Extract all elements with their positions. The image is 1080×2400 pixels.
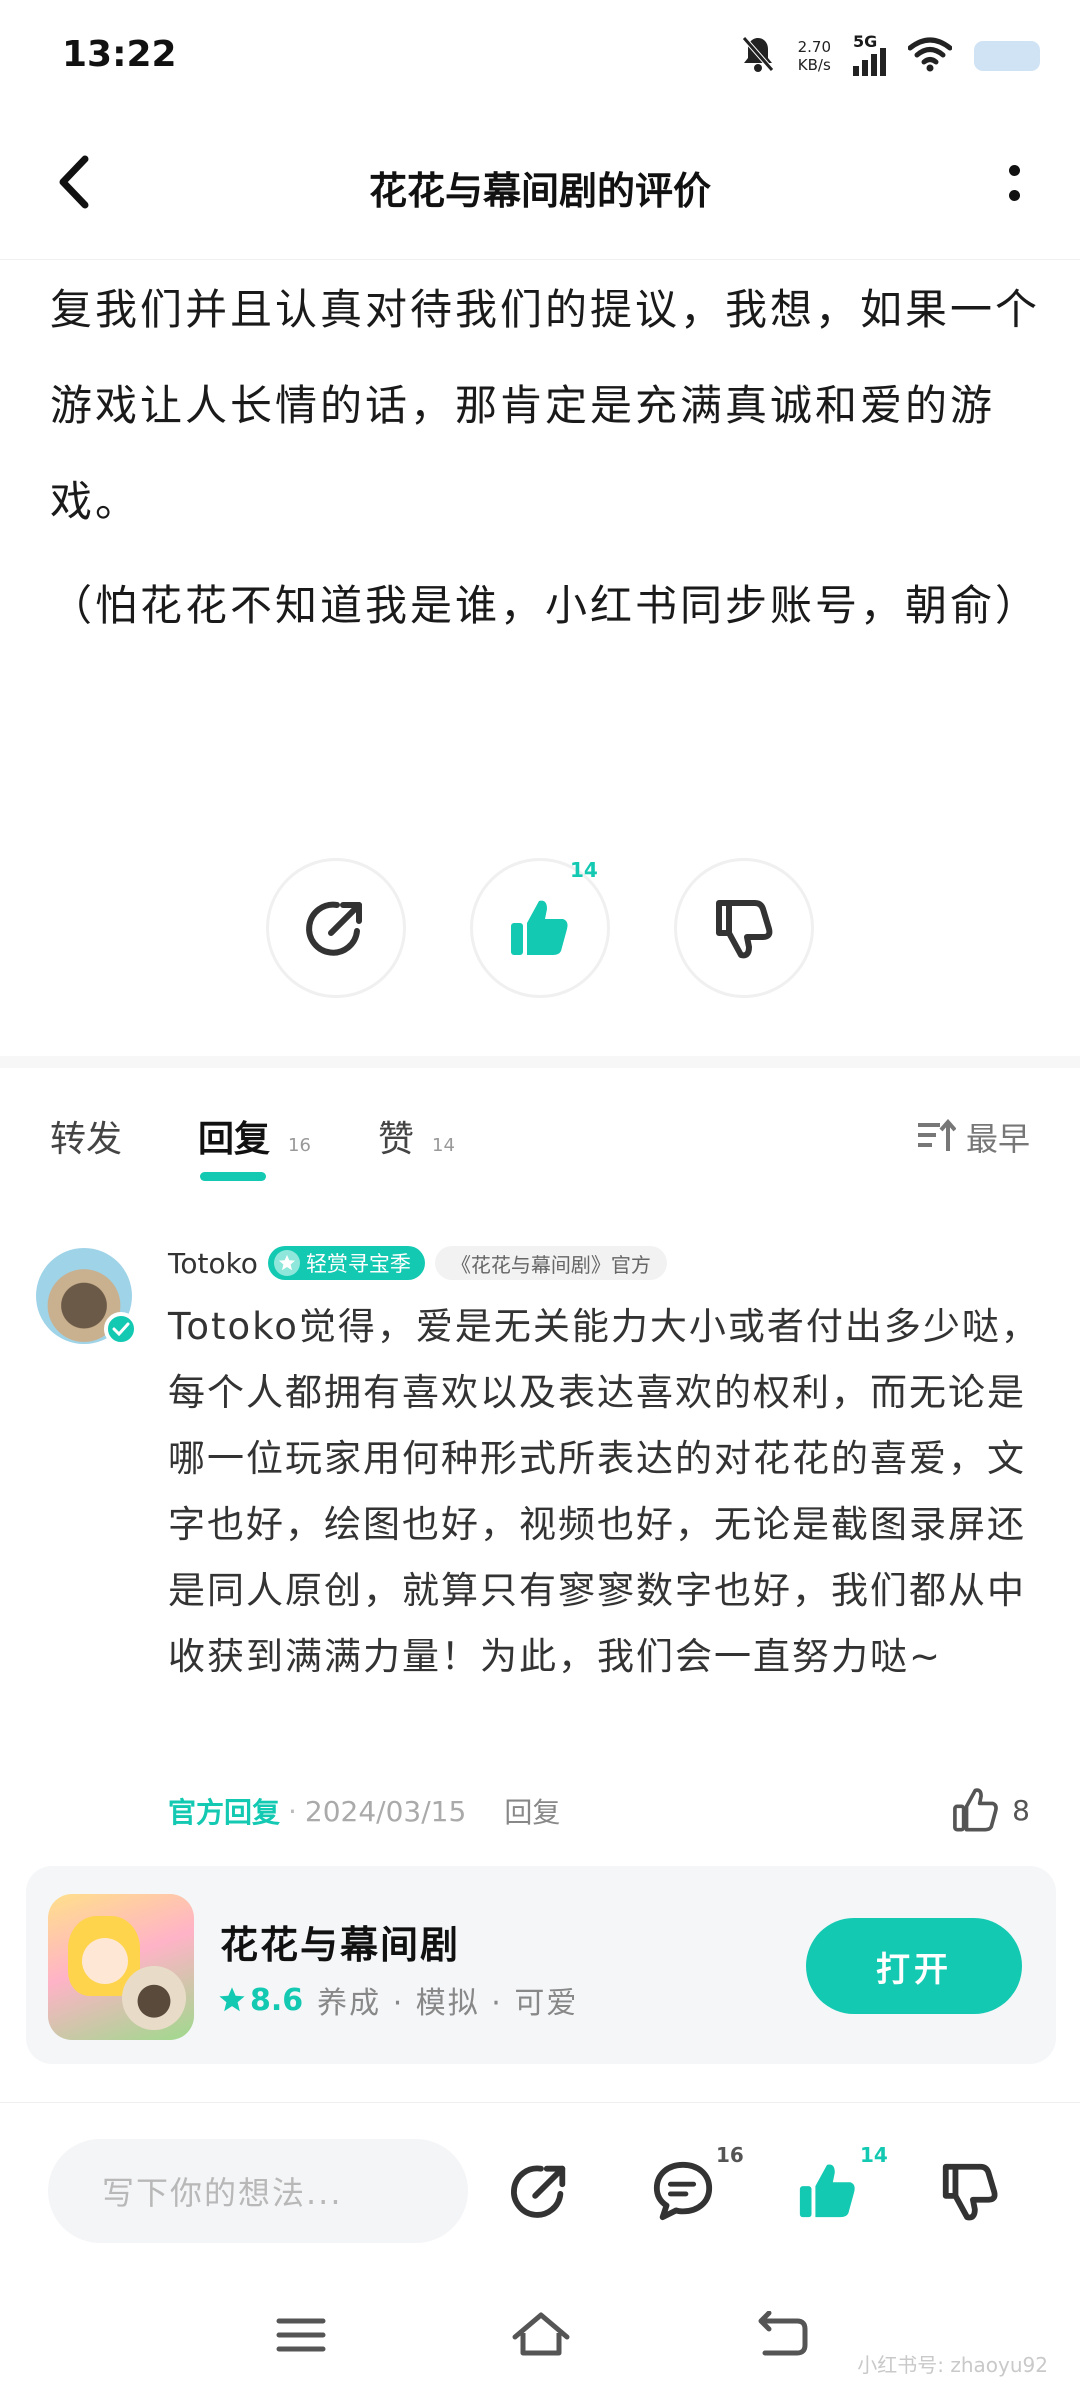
thumbs-up-icon [953,1788,998,1832]
bottom-like-button[interactable] [788,2151,868,2231]
thumbs-down-icon [942,2163,998,2221]
status-time: 13:22 [62,34,177,75]
system-nav-bar: 小红书号: zhaoyu92 [0,2272,1080,2400]
app-tags: 养成 · 模拟 · 可爱 [317,1986,579,2021]
bottom-share-button[interactable] [500,2151,580,2231]
review-paragraph: （怕花花不知道我是谁，小红书同步账号，朝俞） [50,581,1041,630]
app-rating-value: 8.6 [250,1982,304,2018]
comment-author[interactable]: Totoko [168,1247,258,1280]
home-icon [512,2312,570,2356]
like-count: 14 [570,858,598,882]
tab-active-indicator [200,1172,266,1181]
bottom-like-count: 14 [860,2143,888,2167]
battery-icon [974,41,1040,71]
star-icon [219,1987,245,2012]
watermark: 小红书号: zhaoyu92 [857,2353,1048,2377]
nav-back-button[interactable] [746,2300,816,2370]
nav-home-button[interactable] [506,2300,576,2370]
app-rating: 8.6 [218,1983,303,2018]
dislike-button[interactable] [674,858,814,998]
app-icon [48,1894,194,2040]
comment-like-count: 8 [1012,1793,1030,1827]
user-badge: 轻赏寻宝季 [267,1246,425,1280]
thumbs-up-icon [799,2164,855,2218]
more-icon-dot [1008,190,1020,201]
review-body: 复我们并且认真对待我们的提议，我想，如果一个游戏让人长情的话，那肯定是充满真诚和… [50,262,1040,662]
wifi-icon [907,36,953,76]
bottom-dislike-button[interactable] [930,2151,1010,2231]
reply-button[interactable]: 回复 [504,1791,560,1831]
comment-date: 2024/03/15 [304,1794,467,1828]
official-reply-label: 官方回复 [168,1796,281,1829]
bell-off-icon [740,34,776,78]
sort-icon [917,1119,956,1151]
tab-likes-label: 赞 [378,1119,415,1160]
sort-label: 最早 [965,1120,1030,1158]
signal-icon: 5G [853,32,886,76]
app-meta: 8.6 养成 · 模拟 · 可爱 [218,1978,578,2022]
tab-reply-label: 回复 [198,1119,271,1160]
comment-input[interactable]: 写下你的想法... [48,2139,468,2243]
tab-likes[interactable]: 赞 14 [378,1110,455,1162]
thumbs-up-icon [511,900,568,955]
status-icons: 2.70 KB/s 5G [740,30,1040,82]
tab-reply-count: 16 [288,1135,311,1156]
bottom-bar: 写下你的想法... 16 14 [0,2102,1080,2272]
bottom-comment-count: 16 [716,2143,744,2167]
tab-reply[interactable]: 回复 16 [198,1110,311,1162]
tab-likes-count: 14 [432,1135,455,1156]
more-button[interactable] [1004,158,1024,208]
open-app-button[interactable]: 打开 [806,1918,1022,2014]
app-name: 花花与幕间剧 [220,1923,461,1967]
status-bar: 13:22 2.70 KB/s 5G [0,0,1080,110]
tabs: 转发 回复 16 赞 14 最早 [50,1100,1030,1181]
user-badge-label: 轻赏寻宝季 [305,1252,411,1276]
back-nav-icon [758,2311,808,2356]
comment-footer: 官方回复 · 2024/03/15 回复 8 [168,1786,1030,1836]
bottom-comment-button[interactable] [643,2151,723,2231]
net-speed-unit: KB/s [797,56,831,74]
thumbs-down-icon [716,900,773,959]
share-button[interactable] [266,858,406,998]
tab-forward-label: 转发 [50,1119,123,1160]
review-actions [0,858,1080,998]
official-badge: 《花花与幕间剧》官方 [434,1246,667,1280]
page-title: 花花与幕间剧的评价 [368,169,711,213]
review-paragraph: 复我们并且认真对待我们的提议，我想，如果一个游戏让人长情的话，那肯定是充满真诚和… [50,285,1041,526]
more-icon-dot [1008,165,1020,176]
comment-text: Totoko觉得，爱是无关能力大小或者付出多少哒，每个人都拥有喜欢以及表达喜欢的… [168,1305,1040,1678]
tab-forward[interactable]: 转发 [50,1110,122,1162]
menu-icon [276,2318,326,2352]
comment-like-button[interactable]: 8 [952,1786,1030,1834]
share-icon [511,2165,566,2218]
verified-icon [104,1312,138,1346]
share-icon [306,901,362,956]
net-speed: 2.70 KB/s [798,38,831,74]
comment-icon [653,2161,713,2221]
sort-button[interactable]: 最早 [916,1114,1030,1160]
net-speed-value: 2.70 [797,38,831,56]
header: 花花与幕间剧的评价 [0,110,1080,260]
section-divider [0,1056,1080,1068]
comment-meta: Totoko 轻赏寻宝季 《花花与幕间剧》官方 [168,1246,667,1280]
nav-menu-button[interactable] [266,2300,336,2370]
network-type: 5G [853,32,878,51]
star-icon [273,1250,300,1276]
dot-separator: · [288,1794,297,1828]
app-card[interactable]: 花花与幕间剧 8.6 养成 · 模拟 · 可爱 打开 [26,1866,1056,2064]
